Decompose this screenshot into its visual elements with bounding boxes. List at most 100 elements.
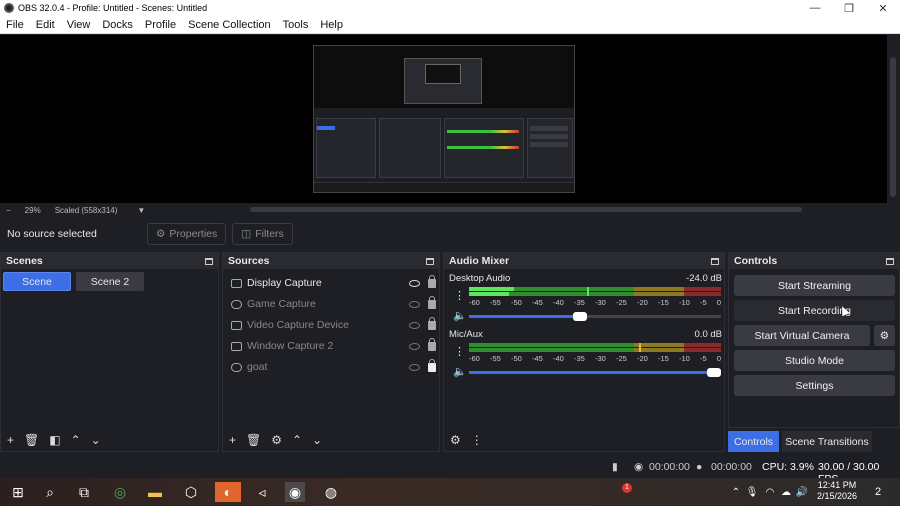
visual-studio-icon[interactable]: ◃ bbox=[252, 482, 272, 502]
eye-hidden-icon[interactable] bbox=[409, 363, 420, 371]
menu-view[interactable]: View bbox=[61, 19, 97, 31]
more-options-icon[interactable]: ⋮ bbox=[454, 289, 465, 302]
eye-icon[interactable] bbox=[409, 279, 420, 287]
scene-item-scene-2[interactable]: Scene 2 bbox=[76, 272, 144, 291]
clock-time: 12:41 PM bbox=[817, 480, 857, 490]
source-label: Window Capture 2 bbox=[247, 340, 334, 352]
volume-icon[interactable]: 🔊 bbox=[792, 482, 812, 502]
virtual-camera-settings-icon[interactable]: ⚙ bbox=[874, 325, 895, 346]
source-item-game-capture[interactable]: Game Capture bbox=[231, 295, 436, 313]
source-item-goat[interactable]: goat bbox=[231, 358, 436, 376]
eye-hidden-icon[interactable] bbox=[409, 321, 420, 329]
lock-icon[interactable] bbox=[428, 295, 436, 309]
volume-slider-desktop-audio[interactable] bbox=[469, 312, 721, 321]
move-up-icon[interactable]: ⌃ bbox=[71, 433, 81, 447]
channel-db: 0.0 dB bbox=[694, 329, 722, 340]
menu-profile[interactable]: Profile bbox=[139, 19, 182, 31]
eye-hidden-icon[interactable] bbox=[409, 342, 420, 350]
menu-file[interactable]: File bbox=[0, 19, 30, 31]
properties-button[interactable]: ⚙ Properties bbox=[147, 223, 227, 245]
more-options-icon[interactable]: ⋮ bbox=[454, 345, 465, 358]
scene-filters-icon[interactable]: ◧ bbox=[49, 433, 60, 447]
preview-vertical-scrollbar[interactable] bbox=[887, 35, 900, 203]
add-scene-icon[interactable]: + bbox=[7, 433, 14, 447]
preview-horizontal-scrollbar[interactable] bbox=[250, 207, 802, 212]
network-icon: ▮ bbox=[612, 461, 618, 473]
undock-icon[interactable] bbox=[711, 257, 719, 265]
window-icon bbox=[231, 341, 242, 351]
add-source-icon[interactable]: + bbox=[229, 433, 236, 447]
clock[interactable]: 12:41 PM 2/15/2026 bbox=[812, 480, 862, 502]
menu-help[interactable]: Help bbox=[314, 19, 349, 31]
zoom-toolbar: − 29% Scaled (558x314) ▼ bbox=[0, 203, 900, 217]
file-explorer-icon[interactable]: ▬ bbox=[145, 482, 165, 502]
close-button[interactable]: ✕ bbox=[866, 0, 900, 16]
speaker-icon[interactable]: 🔈 bbox=[453, 365, 467, 378]
lock-icon[interactable] bbox=[428, 358, 436, 372]
advanced-audio-icon[interactable]: ⚙ bbox=[450, 433, 461, 447]
source-label: goat bbox=[247, 361, 268, 373]
gear-icon[interactable]: ⚙ bbox=[271, 433, 282, 447]
notification-count: 2 bbox=[874, 486, 882, 498]
cpu-usage: CPU: 3.9% bbox=[762, 461, 814, 473]
source-toolbar: No source selected ⚙ Properties ◫ Filter… bbox=[0, 219, 900, 249]
studio-mode-button[interactable]: Studio Mode bbox=[734, 350, 895, 371]
start-recording-button[interactable]: Start Recording bbox=[734, 300, 895, 321]
start-virtual-camera-button[interactable]: Start Virtual Camera bbox=[734, 325, 870, 346]
minimize-button[interactable]: — bbox=[798, 0, 832, 16]
scene-item-scene[interactable]: Scene bbox=[3, 272, 71, 291]
tab-scene-transitions[interactable]: Scene Transitions bbox=[782, 431, 872, 452]
move-down-icon[interactable]: ⌄ bbox=[91, 433, 101, 447]
app-icon-badge[interactable]: ◐ bbox=[215, 482, 241, 502]
filters-button[interactable]: ◫ Filters bbox=[232, 223, 293, 245]
menu-bar: File Edit View Docks Profile Scene Colle… bbox=[0, 16, 900, 34]
chrome-icon[interactable]: ◎ bbox=[110, 482, 130, 502]
lock-icon[interactable] bbox=[428, 274, 436, 288]
eye-hidden-icon[interactable] bbox=[409, 300, 420, 308]
undock-icon[interactable] bbox=[426, 257, 434, 265]
source-item-video-capture-device[interactable]: Video Capture Device bbox=[231, 316, 436, 334]
sources-title: Sources bbox=[228, 255, 270, 267]
settings-button[interactable]: Settings bbox=[734, 375, 895, 396]
move-down-icon[interactable]: ⌄ bbox=[312, 433, 322, 447]
task-view-icon[interactable]: ⧉ bbox=[74, 482, 94, 502]
stream-time: 00:00:00 bbox=[649, 461, 690, 473]
notifications-icon[interactable]: 2 bbox=[868, 482, 888, 502]
menu-scene-collection[interactable]: Scene Collection bbox=[182, 19, 277, 31]
undock-icon[interactable] bbox=[886, 257, 894, 265]
speaker-icon[interactable]: 🔈 bbox=[453, 309, 467, 322]
audio-mixer-title: Audio Mixer bbox=[449, 255, 510, 267]
undock-icon[interactable] bbox=[205, 257, 213, 265]
preview-display-capture bbox=[313, 45, 575, 193]
mixer-menu-icon[interactable]: ⋮ bbox=[471, 433, 483, 447]
zoom-out-button[interactable]: − bbox=[6, 206, 11, 215]
tab-controls[interactable]: Controls bbox=[728, 431, 779, 452]
start-streaming-button[interactable]: Start Streaming bbox=[734, 275, 895, 296]
title-bar: OBS 32.0.4 - Profile: Untitled - Scenes:… bbox=[0, 0, 900, 16]
filter-icon: ◫ bbox=[241, 228, 252, 240]
properties-label: Properties bbox=[169, 228, 218, 240]
search-icon[interactable]: ⌕ bbox=[40, 482, 60, 502]
source-item-display-capture[interactable]: Display Capture bbox=[231, 274, 436, 292]
sources-dock: Sources Display Capture Game Capture Vid… bbox=[222, 252, 440, 452]
volume-slider-mic-aux[interactable] bbox=[469, 368, 721, 377]
audio-mixer-dock: Audio Mixer Desktop Audio -24.0 dB ⋮ -60-… bbox=[443, 252, 725, 452]
lock-icon[interactable] bbox=[428, 316, 436, 330]
zoom-dropdown-icon[interactable]: ▼ bbox=[137, 206, 145, 215]
maximize-button[interactable]: ❐ bbox=[832, 0, 866, 16]
unity-icon[interactable]: ⬡ bbox=[181, 482, 201, 502]
trash-icon[interactable]: 🗑 bbox=[24, 433, 39, 447]
windows-start-icon[interactable]: ⊞ bbox=[8, 482, 28, 502]
app-taskbar-icon[interactable]: ◍ bbox=[321, 482, 341, 502]
menu-docks[interactable]: Docks bbox=[96, 19, 139, 31]
trash-icon[interactable]: 🗑 bbox=[246, 433, 261, 447]
lock-icon[interactable] bbox=[428, 337, 436, 351]
source-item-window-capture-2[interactable]: Window Capture 2 bbox=[231, 337, 436, 355]
menu-edit[interactable]: Edit bbox=[30, 19, 61, 31]
meter-ticks: -60 -55 -50 -45 -40 -35 -30 -25 -20 -15 -10 -5 0 bbox=[469, 354, 721, 363]
menu-tools[interactable]: Tools bbox=[277, 19, 315, 31]
obs-taskbar-icon[interactable]: ◉ bbox=[285, 482, 305, 502]
window-title: OBS 32.0.4 - Profile: Untitled - Scenes:… bbox=[18, 3, 208, 13]
source-label: Video Capture Device bbox=[247, 319, 349, 331]
move-up-icon[interactable]: ⌃ bbox=[292, 433, 302, 447]
